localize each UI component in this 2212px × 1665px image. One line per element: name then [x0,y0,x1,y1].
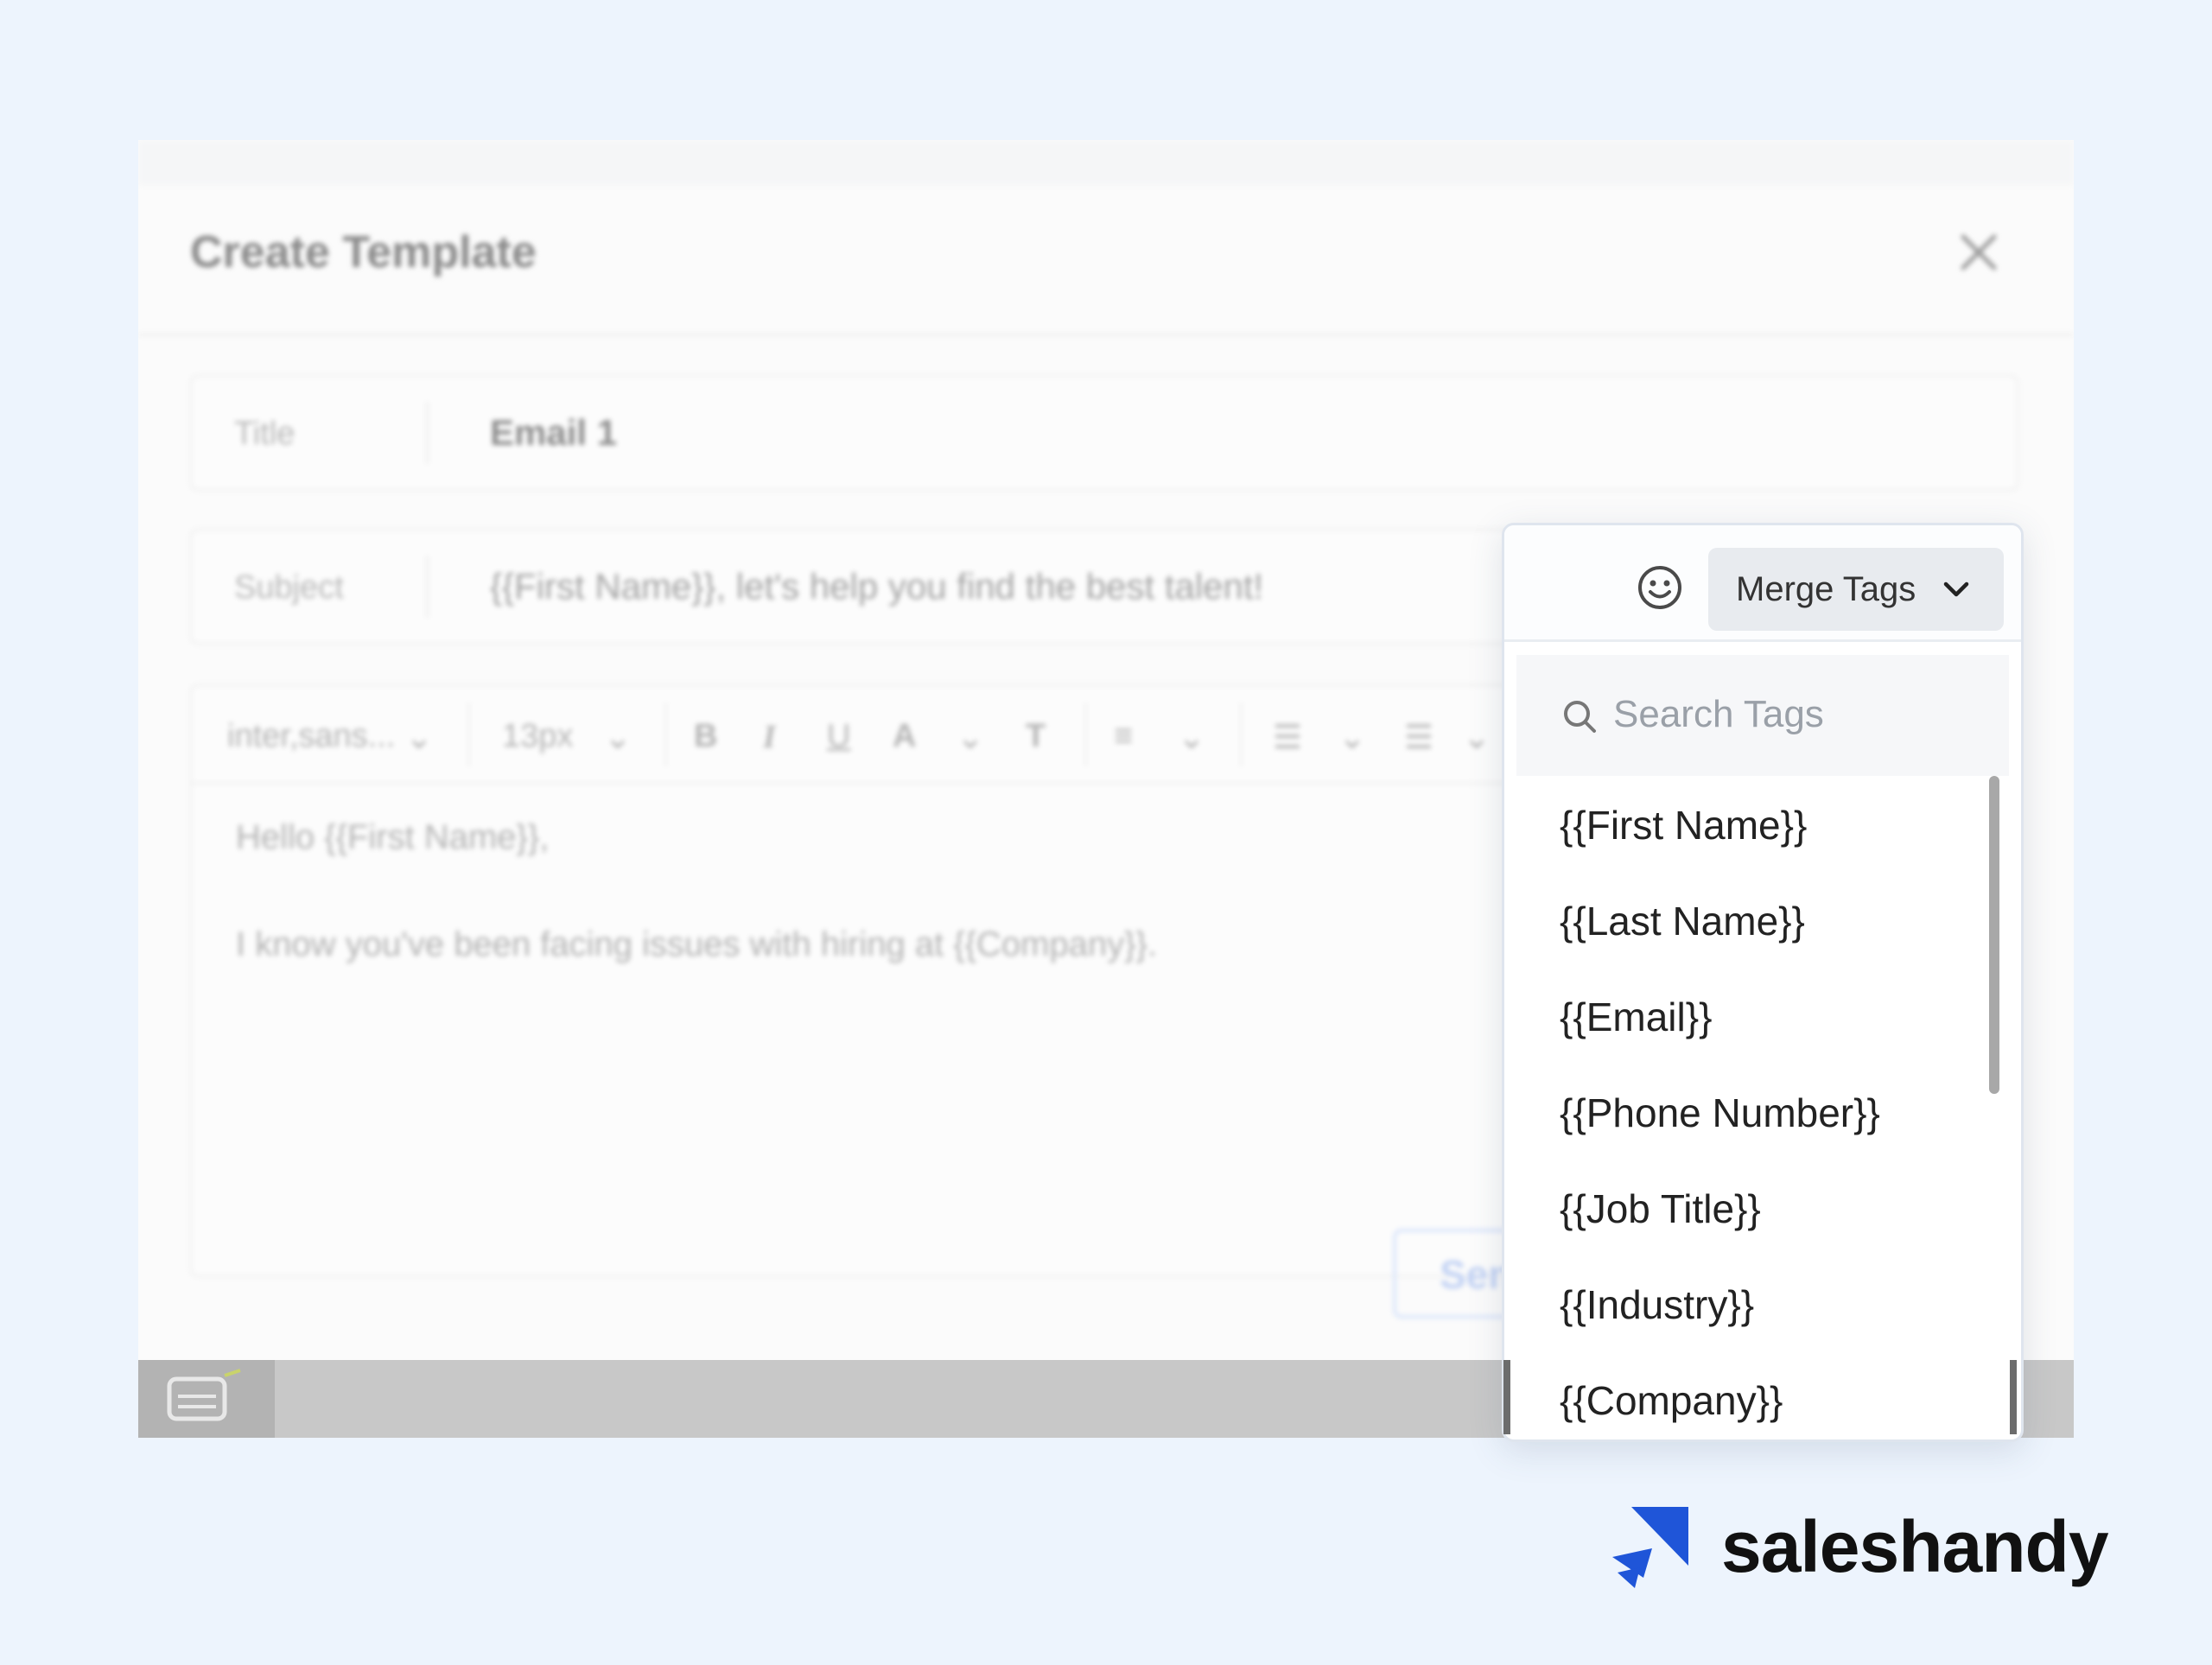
smiley-icon[interactable] [1636,563,1684,612]
merge-tag-list: {{First Name}} {{Last Name}} {{Email}} {… [1516,776,2009,1439]
merge-tag-label: {{Company}} [1560,1378,1783,1423]
merge-tags-dropdown: Merge Tags {{First Name}} {{Last Name}} … [1502,523,2024,1442]
search-tags-input[interactable] [1611,686,1978,743]
title-input[interactable]: Email 1 [490,412,617,454]
scrollbar[interactable] [1989,776,1999,1094]
font-size-select[interactable]: 13px [502,718,573,755]
merge-tags-label: Merge Tags [1736,570,1916,608]
chevron-down-icon [1943,581,1969,597]
dropdown-edge [2010,1360,2017,1434]
saleshandy-logo-icon [1612,1507,1688,1588]
clear-format-icon[interactable]: T [1026,718,1046,755]
underline-icon[interactable]: U [827,718,850,755]
bold-icon[interactable]: B [694,718,717,755]
tag-search [1516,655,2009,776]
bullet-list-icon[interactable]: ☰ [1404,718,1433,757]
chevron-down-icon[interactable]: ⌄ [1178,718,1205,757]
merge-tag-item[interactable]: {{Email}} [1516,968,1983,1064]
search-icon [1564,701,1596,733]
font-family-select[interactable]: inter,sans... [227,718,395,755]
toolbar-separator [1240,702,1243,766]
dropdown-header: Merge Tags [1504,525,2021,642]
merge-tag-item[interactable]: {{Industry}} [1516,1255,1983,1351]
merge-tag-item[interactable]: {{Phone Number}} [1516,1064,1983,1160]
italic-icon[interactable]: I [763,718,776,756]
merge-tag-label: {{Job Title}} [1560,1186,1761,1231]
body-greeting: Hello {{First Name}}, [236,818,550,856]
chevron-down-icon[interactable]: ⌄ [957,718,984,757]
keyboard-icon [167,1369,241,1421]
merge-tag-label: {{Industry}} [1560,1282,1755,1327]
toolbar-separator [467,702,470,766]
merge-tag-item[interactable]: {{Company}} [1516,1351,1983,1439]
numbered-list-icon[interactable]: ☰ [1273,718,1302,757]
toolbar-separator [664,702,667,766]
bottom-bar-badge [138,1360,275,1438]
subject-input[interactable]: {{First Name}}, let's help you find the … [490,566,1263,607]
merge-tag-label: {{Phone Number}} [1560,1090,1880,1135]
field-separator [426,402,429,464]
brand-name: saleshandy [1721,1506,2109,1587]
align-icon[interactable]: ≡ [1114,718,1133,755]
close-icon[interactable] [1953,226,2005,278]
chevron-down-icon[interactable]: ⌄ [1463,718,1491,757]
chevron-down-icon[interactable]: ⌄ [405,718,433,757]
merge-tag-item[interactable]: {{Last Name}} [1516,872,1983,968]
dropdown-edge [1503,1360,1510,1434]
title-label: Title [234,416,296,452]
body-paragraph: I know you've been facing issues with hi… [236,925,1158,963]
toolbar-separator [1084,702,1087,766]
merge-tag-item[interactable]: {{Job Title}} [1516,1160,1983,1255]
merge-tags-button[interactable]: Merge Tags [1708,548,2004,631]
modal-title: Create Template [190,227,537,277]
text-color-icon[interactable]: A [893,718,916,755]
title-field[interactable]: Title Email 1 [190,375,2018,491]
merge-tag-label: {{Last Name}} [1560,899,1805,944]
subject-label: Subject [234,569,344,606]
field-separator [426,556,429,618]
chevron-down-icon[interactable]: ⌄ [1338,718,1366,757]
modal-divider [138,334,2074,336]
merge-tag-label: {{First Name}} [1560,803,1808,848]
chevron-down-icon[interactable]: ⌄ [604,718,632,757]
merge-tag-item[interactable]: {{First Name}} [1516,776,1983,872]
modal-top-strip [138,140,2074,185]
saleshandy-logo: saleshandy [1605,1503,2109,1590]
merge-tag-label: {{Email}} [1560,995,1713,1039]
